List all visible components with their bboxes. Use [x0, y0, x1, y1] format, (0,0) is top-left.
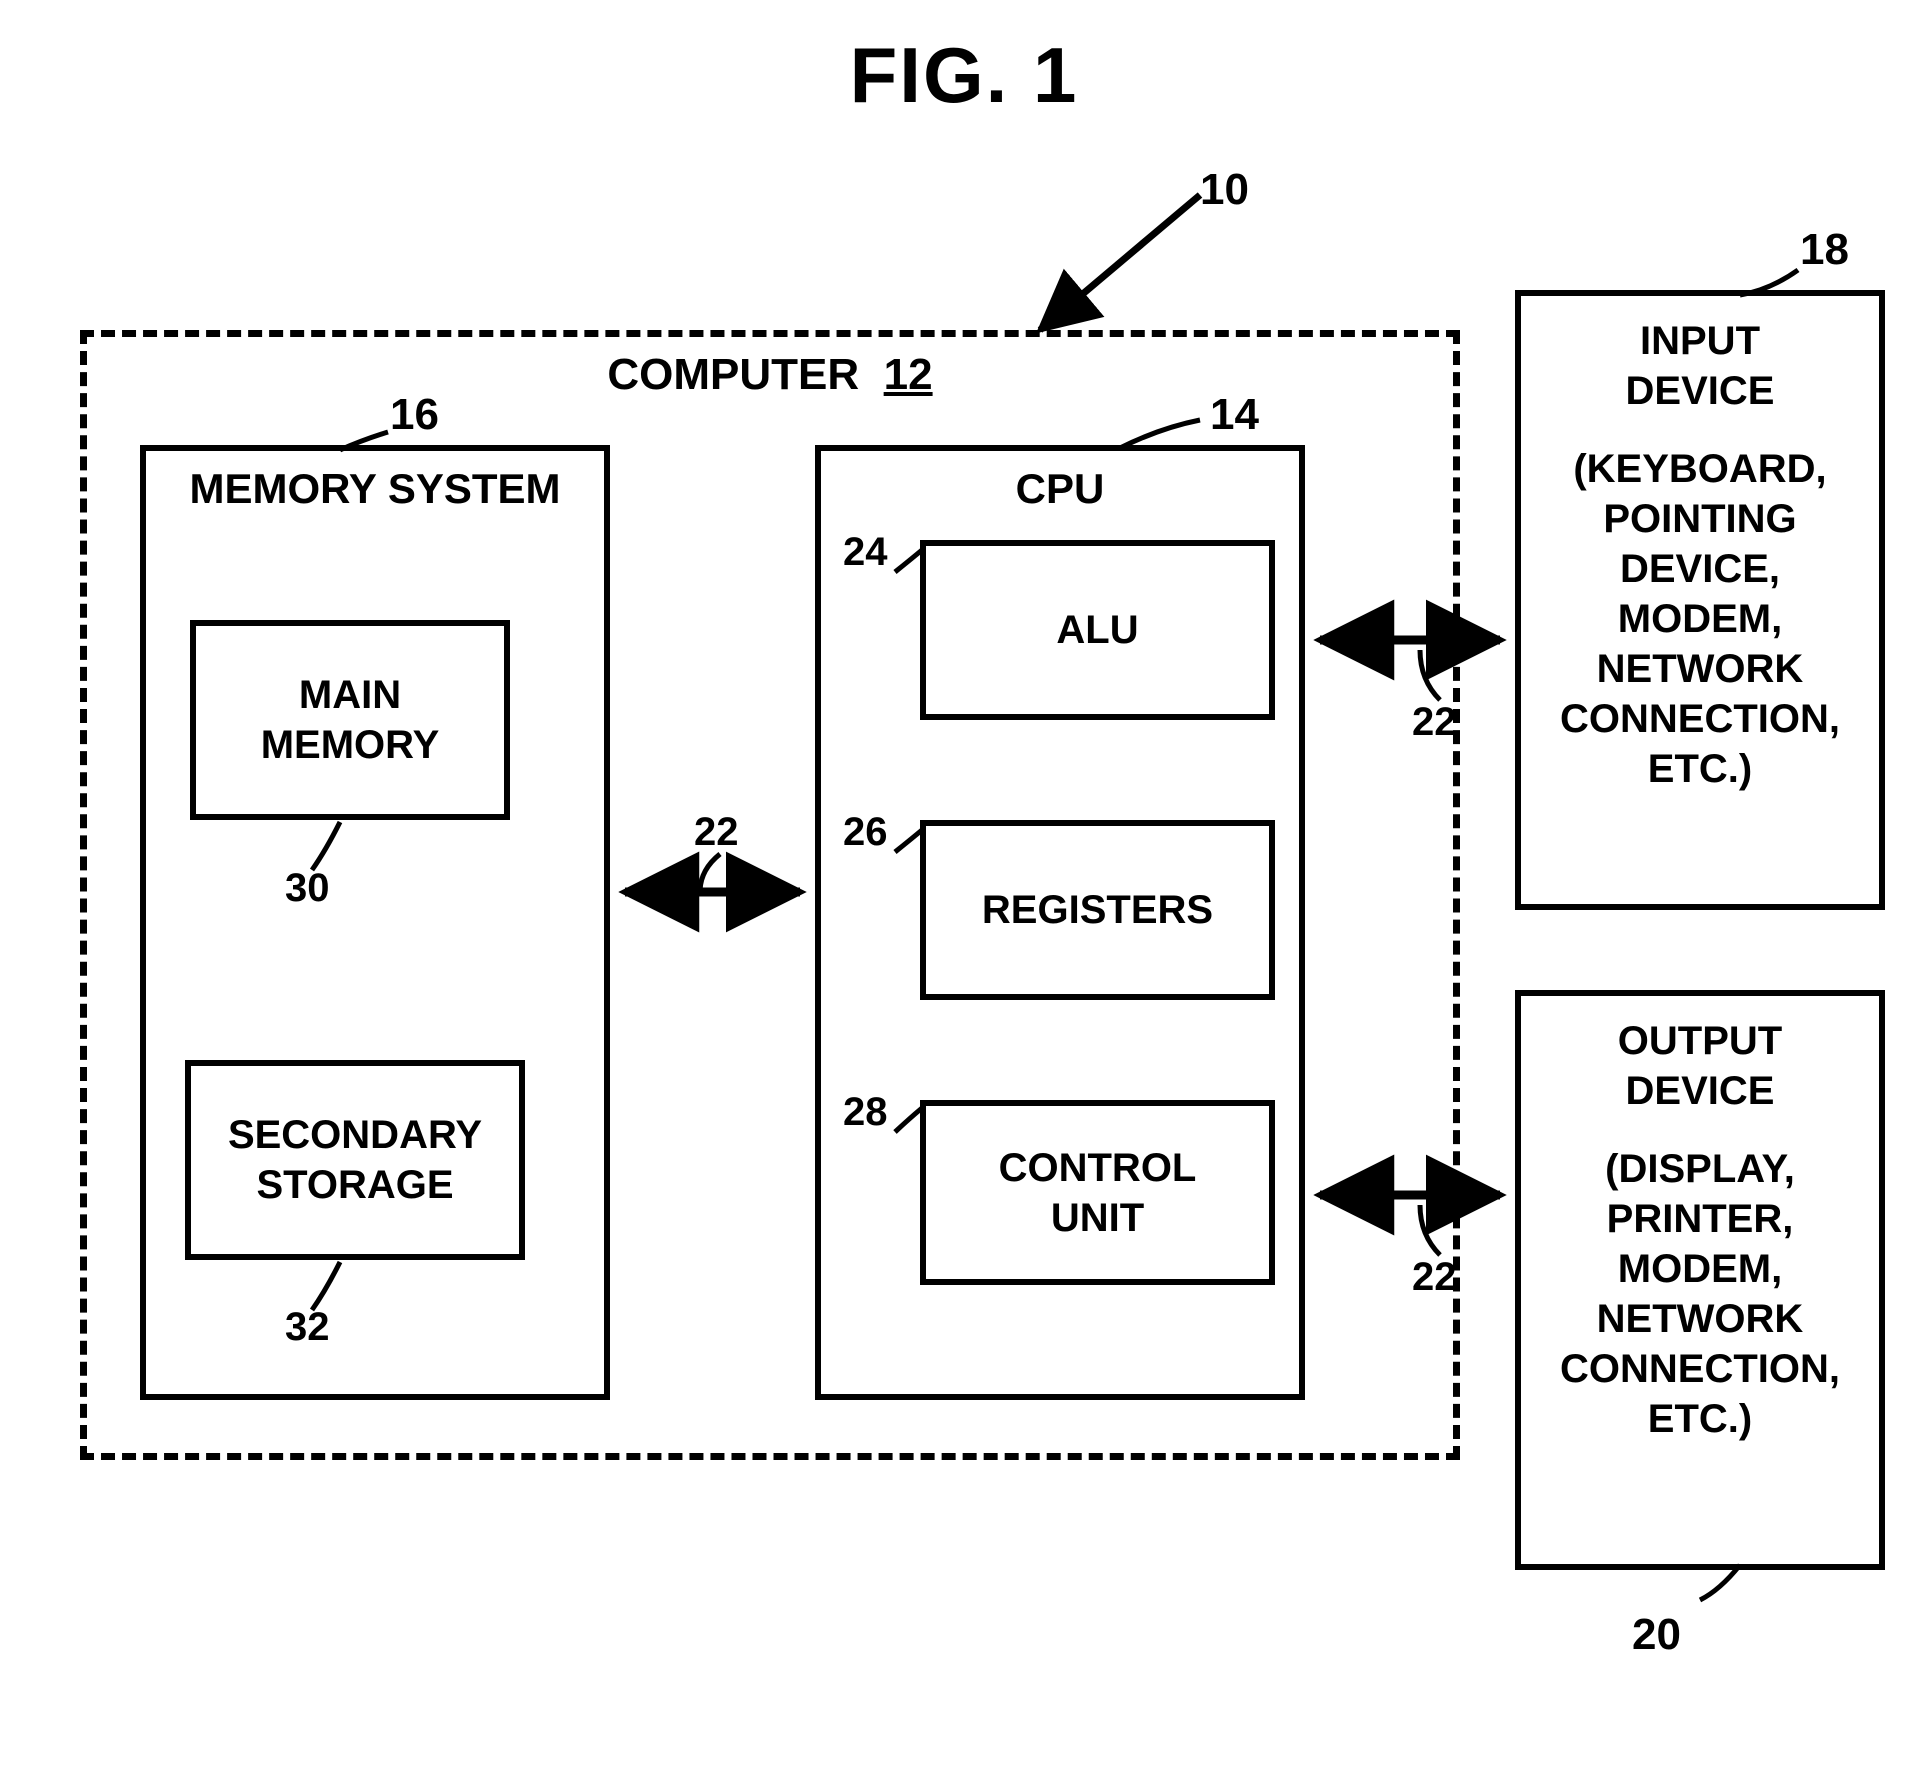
input-device-title: INPUT DEVICE — [1626, 316, 1775, 416]
ref-22-top: 22 — [1412, 700, 1457, 745]
ref-28: 28 — [843, 1090, 888, 1135]
cpu-title: CPU — [1016, 465, 1105, 513]
secondary-storage-box: SECONDARY STORAGE — [185, 1060, 525, 1260]
control-unit-box: CONTROL UNIT — [920, 1100, 1275, 1285]
registers-text: REGISTERS — [982, 885, 1213, 935]
ref-24: 24 — [843, 530, 888, 575]
alu-box: ALU — [920, 540, 1275, 720]
figure-title: FIG. 1 — [0, 30, 1928, 121]
ref-18: 18 — [1800, 225, 1849, 275]
ref-22-bot: 22 — [1412, 1255, 1457, 1300]
ref-10: 10 — [1200, 165, 1249, 215]
ref-20: 20 — [1632, 1610, 1681, 1660]
ref-22-mid: 22 — [694, 810, 739, 855]
memory-system-title: MEMORY SYSTEM — [189, 465, 560, 513]
input-device-body: (KEYBOARD, POINTING DEVICE, MODEM, NETWO… — [1560, 444, 1840, 794]
input-device-box: INPUT DEVICE (KEYBOARD, POINTING DEVICE,… — [1515, 290, 1885, 910]
control-unit-text: CONTROL UNIT — [999, 1143, 1197, 1243]
output-device-title: OUTPUT DEVICE — [1618, 1016, 1782, 1116]
computer-label-text: COMPUTER — [607, 350, 859, 399]
main-memory-text: MAIN MEMORY — [261, 670, 440, 770]
ref-16: 16 — [390, 390, 439, 440]
registers-box: REGISTERS — [920, 820, 1275, 1000]
ref-30: 30 — [285, 866, 330, 911]
diagram-canvas: FIG. 1 COMPUTER 12 MEMORY SYSTEM MAIN ME… — [0, 0, 1928, 1781]
ref-32: 32 — [285, 1305, 330, 1350]
output-device-box: OUTPUT DEVICE (DISPLAY, PRINTER, MODEM, … — [1515, 990, 1885, 1570]
output-device-body: (DISPLAY, PRINTER, MODEM, NETWORK CONNEC… — [1560, 1144, 1840, 1444]
ref-14: 14 — [1210, 390, 1259, 440]
ref-12: 12 — [884, 350, 933, 399]
main-memory-box: MAIN MEMORY — [190, 620, 510, 820]
secondary-storage-text: SECONDARY STORAGE — [228, 1110, 482, 1210]
ref-26: 26 — [843, 810, 888, 855]
computer-label: COMPUTER 12 — [560, 350, 980, 400]
alu-text: ALU — [1056, 605, 1138, 655]
